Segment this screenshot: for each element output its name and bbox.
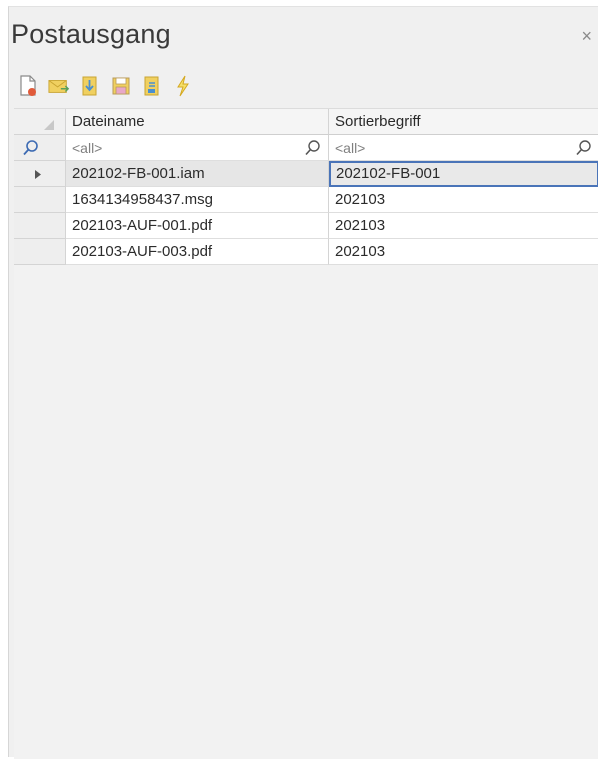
filter-row: <all> <all> [14, 135, 598, 161]
cell-sortierbegriff[interactable]: 202103 [329, 239, 598, 265]
cell-dateiname[interactable]: 1634134958437.msg [66, 187, 329, 213]
search-icon [23, 140, 38, 156]
filter-placeholder: <all> [72, 140, 103, 156]
data-grid: Dateiname Sortierbegriff <all> <all> 202… [14, 108, 598, 759]
header-row: Dateiname Sortierbegriff [14, 109, 598, 135]
table-row[interactable]: 202102-FB-001.iam 202102-FB-001 [14, 161, 598, 187]
close-icon[interactable]: × [581, 27, 592, 45]
email-icon[interactable] [48, 74, 70, 98]
search-icon[interactable] [575, 139, 593, 157]
column-header-sortierbegriff[interactable]: Sortierbegriff [329, 109, 598, 135]
filter-row-header [14, 135, 66, 161]
filter-input-sortierbegriff[interactable]: <all> [329, 135, 598, 161]
grid-empty-area[interactable] [14, 299, 598, 759]
filter-placeholder: <all> [335, 140, 366, 156]
corner-cell[interactable] [14, 109, 66, 135]
filter-input-dateiname[interactable]: <all> [66, 135, 329, 161]
row-header[interactable] [14, 239, 66, 265]
save-icon[interactable] [110, 74, 132, 98]
row-header[interactable] [14, 213, 66, 239]
title-bar: Postausgang × [9, 7, 598, 65]
table-row[interactable]: 1634134958437.msg 202103 [14, 187, 598, 213]
cell-sortierbegriff[interactable]: 202103 [329, 187, 598, 213]
toolbar [17, 71, 194, 101]
lightning-icon[interactable] [172, 74, 194, 98]
search-icon[interactable] [304, 139, 322, 157]
table-row[interactable]: 202103-AUF-001.pdf 202103 [14, 213, 598, 239]
row-header[interactable] [14, 187, 66, 213]
cell-dateiname[interactable]: 202103-AUF-003.pdf [66, 239, 329, 265]
postausgang-panel: Postausgang × Dateiname Sortierbegriff <… [8, 6, 598, 759]
cell-dateiname[interactable]: 202103-AUF-001.pdf [66, 213, 329, 239]
new-document-icon[interactable] [17, 74, 39, 98]
column-header-dateiname[interactable]: Dateiname [66, 109, 329, 135]
export-icon[interactable] [141, 74, 163, 98]
cell-sortierbegriff[interactable]: 202102-FB-001 [329, 161, 598, 187]
table-row[interactable]: 202103-AUF-003.pdf 202103 [14, 239, 598, 265]
panel-title: Postausgang [11, 19, 171, 49]
row-header[interactable] [14, 161, 66, 187]
cell-dateiname[interactable]: 202102-FB-001.iam [66, 161, 329, 187]
cell-sortierbegriff[interactable]: 202103 [329, 213, 598, 239]
sort-corner-icon [44, 120, 54, 130]
import-icon[interactable] [79, 74, 101, 98]
current-row-icon [35, 170, 41, 179]
